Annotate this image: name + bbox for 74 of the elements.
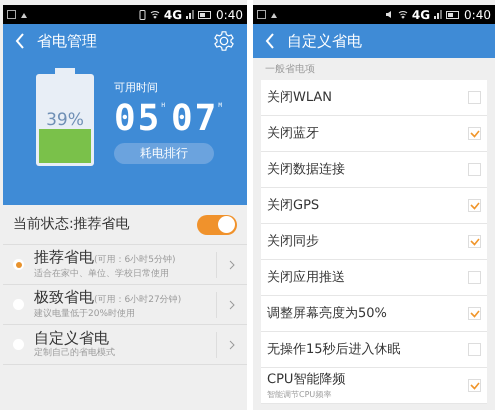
check-icon [470,130,480,138]
option-row[interactable]: 关闭应用推送 [261,260,487,296]
option-row[interactable]: 关闭同步 [261,224,487,260]
back-icon[interactable] [265,33,275,49]
option-row[interactable]: 关闭WLAN [261,80,487,116]
page-title: 省电管理 [37,30,98,52]
mode-title: 自定义省电 [34,328,109,347]
hours-value: 05 [114,100,162,136]
section-label: 一般省电项 [265,62,315,76]
check-icon [470,382,480,390]
option-label: 关闭数据连接 [267,160,346,179]
checkbox[interactable] [468,343,481,356]
current-state-label: 当前状态:推荐省电 [13,215,131,234]
check-icon [470,238,480,246]
mode-subtitle: 适合在家中、单位、学校日常使用 [34,268,170,280]
chevron-icon [229,260,235,270]
checkbox[interactable] [468,163,481,176]
option-label: 关闭GPS [267,196,320,215]
checkbox[interactable] [468,271,481,284]
battery-icon [198,10,212,18]
option-subtitle: 智能调节CPU频率 [267,389,332,402]
minutes-value: 07 [170,100,218,136]
page-title: 自定义省电 [287,30,362,52]
mode-option[interactable]: 自定义省电 定制自己的省电模式 [3,325,247,365]
image-icon [7,10,16,19]
checkbox[interactable] [468,307,481,320]
mode-note: (可用：6小时27分钟) [94,294,182,307]
mode-note: (可用：6小时5分钟) [94,254,176,267]
checkbox[interactable] [468,199,481,212]
wifi-icon [398,10,408,19]
option-row[interactable]: CPU智能降频 智能调节CPU频率 [261,368,487,404]
checkbox[interactable] [468,379,481,392]
chevron-icon [229,340,235,350]
battery-percent: 39% [45,109,85,132]
option-label: 关闭蓝牙 [267,124,320,143]
option-row[interactable]: 关闭数据连接 [261,152,487,188]
wifi-icon [150,10,160,19]
signal-icon [434,10,442,19]
option-label: 调整屏幕亮度为50% [267,304,388,323]
mode-title: 推荐省电 [34,248,94,266]
option-label: 关闭WLAN [267,88,334,107]
mode-option[interactable]: 极致省电(可用：6小时27分钟) 建议电量低于20%时使用 [3,285,247,325]
mode-title: 极致省电 [34,288,94,306]
option-label: 关闭应用推送 [267,268,346,287]
clock: 0:40 [216,6,243,24]
option-row[interactable]: 关闭GPS [261,188,487,224]
check-icon [470,310,480,318]
state-toggle[interactable] [197,214,237,234]
checkbox[interactable] [468,91,481,104]
option-row[interactable]: 关闭蓝牙 [261,116,487,152]
mode-subtitle: 定制自己的省电模式 [34,346,116,360]
checkbox[interactable] [468,235,481,248]
speaker-icon [384,10,394,19]
mode-option[interactable]: 推荐省电(可用：6小时5分钟) 适合在家中、单位、学校日常使用 [3,245,247,285]
option-row[interactable]: 调整屏幕亮度为50% [261,296,487,332]
clock: 0:40 [464,6,491,24]
option-row[interactable]: 无操作15秒后进入休眠 [261,332,487,368]
option-label: 无操作15秒后进入休眠 [267,340,402,359]
image-icon [257,10,266,19]
mode-subtitle: 建议电量低于20%时使用 [34,308,136,320]
option-label: CPU智能降频 [267,370,346,389]
vibrate-icon [138,10,146,20]
option-label: 关闭同步 [267,232,320,251]
settings-icon[interactable] [213,30,235,52]
battery-icon [446,10,460,18]
signal-icon [186,10,194,19]
available-label: 可用时间 [114,80,158,96]
network-type: 4G [412,6,430,24]
check-icon [470,202,480,210]
back-icon[interactable] [15,33,25,49]
chevron-icon [229,300,235,310]
checkbox[interactable] [468,127,481,140]
radio-button[interactable] [13,259,24,270]
network-type: 4G [164,6,182,24]
